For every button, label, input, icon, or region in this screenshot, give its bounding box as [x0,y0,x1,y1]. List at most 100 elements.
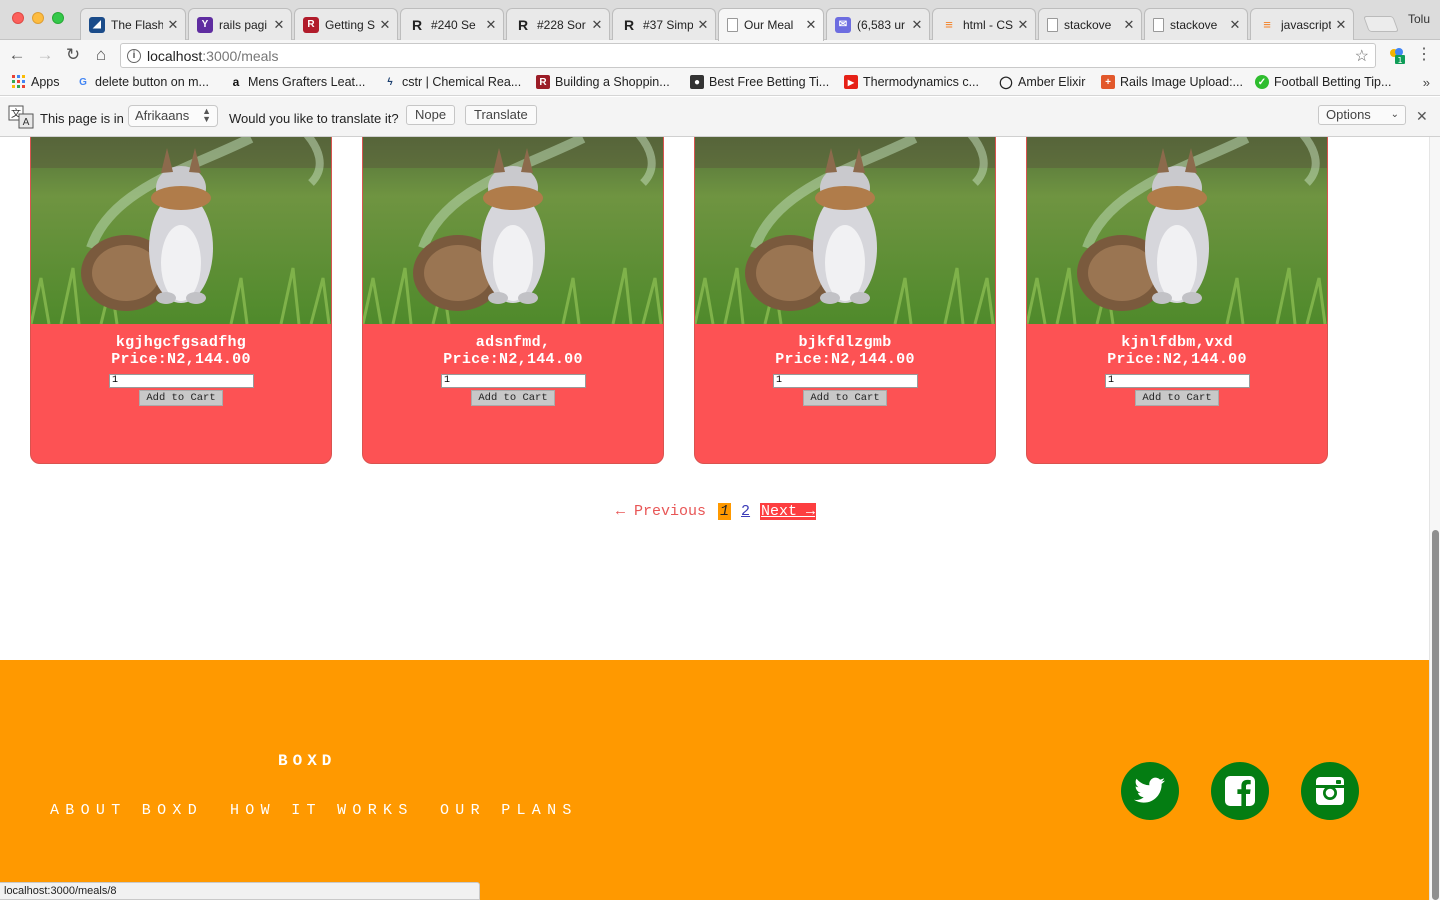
profile-name[interactable]: Tolu [1408,12,1430,26]
bookmark-label: cstr | Chemical Rea... [402,75,522,89]
tab-close-icon[interactable]: ✕ [805,17,817,33]
browser-tab[interactable]: Y rails pagi ✕ [188,8,292,40]
plus-icon: + [1101,75,1115,89]
bookmark-item[interactable]: a Mens Grafters Leat... [229,75,366,89]
quantity-input[interactable]: 1 [1105,374,1250,388]
chevron-down-icon: ⌄ [1390,109,1399,120]
scrollbar-thumb[interactable] [1432,530,1439,900]
address-bar[interactable]: i localhost:3000/meals ☆ [120,43,1376,68]
tab-close-icon[interactable]: ✕ [697,17,709,33]
tab-close-icon[interactable]: ✕ [1017,17,1029,33]
extension-icon[interactable]: 1 [1388,46,1406,64]
info-icon[interactable]: i [127,49,141,63]
footer-brand[interactable]: BOXD [278,752,336,770]
add-to-cart-button[interactable]: Add to Cart [1135,390,1219,406]
translate-button[interactable]: Translate [465,105,537,125]
instagram-button[interactable] [1301,762,1359,820]
bookmark-item[interactable]: R Building a Shoppin... [536,75,670,89]
footer-link-our-plans[interactable]: OUR PLANS [440,802,578,819]
options-dropdown[interactable]: Options ⌄ [1318,105,1406,125]
bookmark-item[interactable]: + Rails Image Upload:... [1101,75,1243,89]
tab-title: html - CS [963,17,1013,32]
language-select[interactable]: Afrikaans ▲ ▼ [128,105,218,127]
nope-button[interactable]: Nope [406,105,456,125]
tab-close-icon[interactable]: ✕ [167,17,179,33]
bookmark-star-icon[interactable]: ☆ [1355,46,1369,66]
browser-tab[interactable]: ◢ The Flash ✕ [80,8,186,40]
next-page-link[interactable]: Next → [760,503,817,520]
facebook-button[interactable] [1211,762,1269,820]
close-icon[interactable]: ✕ [1416,108,1428,125]
tab-title: #240 Se [431,17,476,32]
close-window-button[interactable] [12,12,24,24]
status-bar-url: localhost:3000/meals/8 [0,882,480,900]
browser-tab[interactable]: stackove ✕ [1144,8,1248,40]
translate-question: Would you like to translate it? [229,111,399,126]
quantity-input[interactable]: 1 [441,374,586,388]
cstr-icon: ϟ [387,76,393,88]
browser-tab[interactable]: ✉ (6,583 ur ✕ [826,8,930,40]
bookmark-item[interactable]: ◯ Amber Elixir [999,75,1085,89]
tab-close-icon[interactable]: ✕ [1335,17,1347,33]
minimize-window-button[interactable] [32,12,44,24]
browser-tab[interactable]: R #228 Sor ✕ [506,8,610,40]
tab-close-icon[interactable]: ✕ [1123,17,1135,33]
browser-tab[interactable]: R #37 Simp ✕ [612,8,716,40]
bookmark-item[interactable]: ϟ cstr | Chemical Rea... [383,75,521,89]
tab-strip: ◢ The Flash ✕ Y rails pagi ✕ R Getting S… [0,0,1440,41]
tab-close-icon[interactable]: ✕ [1229,17,1241,33]
meal-image[interactable] [363,137,663,324]
bookmark-item[interactable]: ● Best Free Betting Ti... [690,75,829,89]
browser-tab[interactable]: R Getting S ✕ [294,8,398,40]
new-tab-button[interactable] [1363,16,1399,32]
page-2-link[interactable]: 2 [741,503,750,520]
translate-icon: 文 A [8,105,34,129]
railscasts-icon: R [536,75,550,89]
forward-arrow-icon[interactable]: → [35,45,55,65]
tab-close-icon[interactable]: ✕ [911,17,923,33]
meal-image[interactable] [695,137,995,324]
zoom-window-button[interactable] [52,12,64,24]
browser-tab[interactable]: R #240 Se ✕ [400,8,504,40]
browser-toolbar: ← → ↻ ⌂ i localhost:3000/meals ☆ [0,40,1440,70]
browser-tab[interactable]: ≡ javascript ✕ [1250,8,1354,40]
bookmark-item[interactable]: ▶ Thermodynamics c... [844,75,979,89]
youtube-icon: ▶ [844,75,858,89]
browser-tab[interactable]: stackove ✕ [1038,8,1142,40]
home-icon[interactable]: ⌂ [91,45,111,65]
back-arrow-icon[interactable]: ← [7,45,27,65]
add-to-cart-button[interactable]: Add to Cart [471,390,555,406]
add-to-cart-button[interactable]: Add to Cart [803,390,887,406]
tab-close-icon[interactable]: ✕ [273,17,285,33]
footer-link-how-it-works[interactable]: HOW IT WORKS [230,802,414,819]
browser-menu-icon[interactable]: ⋮ [1416,44,1432,64]
url-text: localhost:3000/meals [147,48,279,64]
bookmark-item[interactable]: ✓ Football Betting Tip... [1255,75,1391,89]
browser-tab[interactable]: ≡ html - CS ✕ [932,8,1036,40]
tab-close-icon[interactable]: ✕ [591,17,603,33]
bookmark-label: delete button on m... [95,75,209,89]
select-arrows-icon: ▲ ▼ [202,106,211,124]
browser-tab-active[interactable]: Our Meal ✕ [718,8,824,41]
bookmark-apps[interactable]: Apps [12,75,60,89]
twitter-button[interactable] [1121,762,1179,820]
previous-page-link[interactable]: ← Previous [616,503,706,520]
meal-image[interactable] [1027,137,1327,324]
quantity-input[interactable]: 1 [109,374,254,388]
tab-close-icon[interactable]: ✕ [379,17,391,33]
more-bookmarks-icon[interactable]: » [1423,75,1430,90]
reload-icon[interactable]: ↻ [63,45,83,65]
betting-icon: ● [690,75,704,89]
page-scrollbar[interactable] [1429,137,1440,900]
flash-favicon-icon: ◢ [89,16,105,33]
railscasts-favicon-icon: R [411,16,423,33]
bookmark-item[interactable]: G delete button on m... [76,75,209,89]
site-footer: BOXD ABOUT BOXD HOW IT WORKS OUR PLANS [0,660,1440,900]
add-to-cart-button[interactable]: Add to Cart [139,390,223,406]
quantity-input[interactable]: 1 [773,374,918,388]
tab-close-icon[interactable]: ✕ [485,17,497,33]
document-favicon-icon [727,18,738,32]
bookmark-label: Apps [31,75,60,89]
meal-image[interactable] [31,137,331,324]
footer-link-about[interactable]: ABOUT BOXD [50,802,203,819]
